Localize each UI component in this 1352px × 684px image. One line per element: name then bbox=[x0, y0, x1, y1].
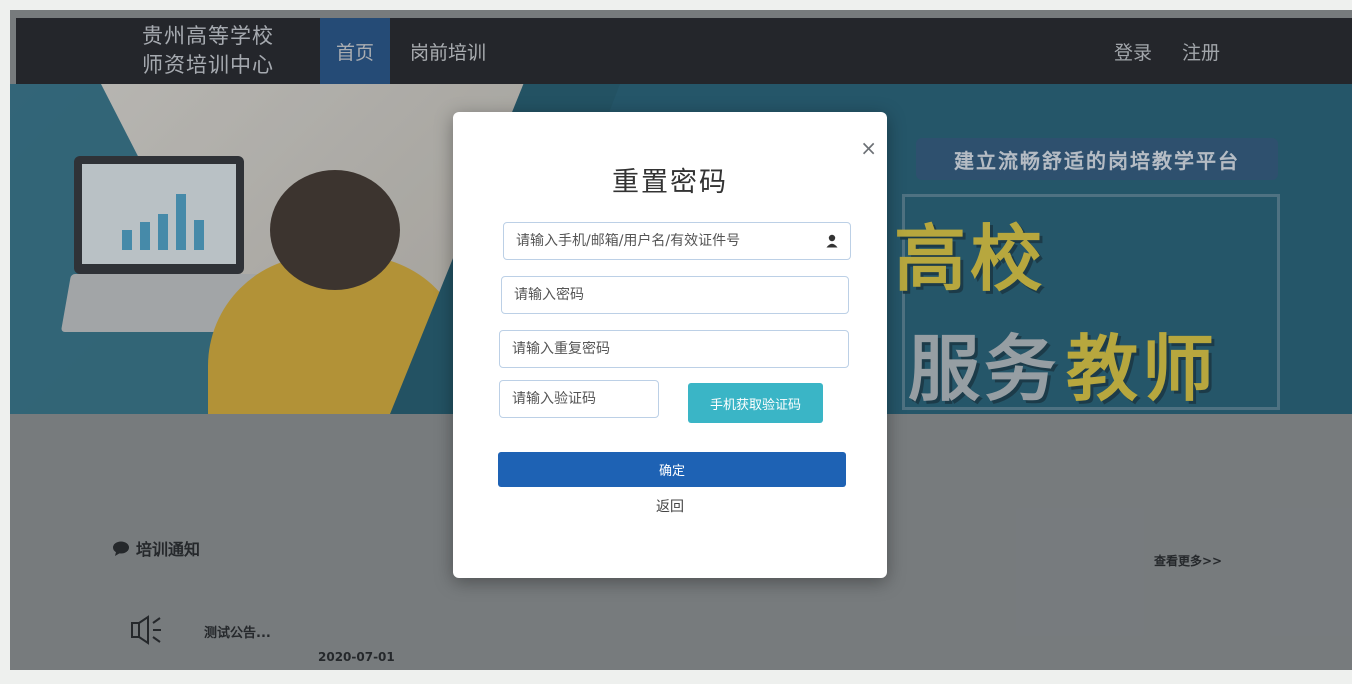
password-input[interactable] bbox=[514, 287, 836, 303]
verification-code-input[interactable] bbox=[512, 391, 646, 407]
reset-password-modal: × 重置密码 手机获取验证码 确定 返回 bbox=[453, 112, 887, 578]
repeat-password-field[interactable] bbox=[499, 330, 849, 368]
verification-code-field[interactable] bbox=[499, 380, 659, 418]
account-input[interactable] bbox=[516, 233, 838, 249]
get-sms-code-button[interactable]: 手机获取验证码 bbox=[688, 383, 823, 423]
back-link[interactable]: 返回 bbox=[453, 496, 887, 516]
confirm-button[interactable]: 确定 bbox=[498, 452, 846, 487]
close-icon[interactable]: × bbox=[860, 136, 877, 160]
modal-title: 重置密码 bbox=[612, 167, 728, 198]
user-icon bbox=[826, 234, 838, 248]
password-field[interactable] bbox=[501, 276, 849, 314]
repeat-password-input[interactable] bbox=[512, 341, 836, 357]
account-field[interactable] bbox=[503, 222, 851, 260]
